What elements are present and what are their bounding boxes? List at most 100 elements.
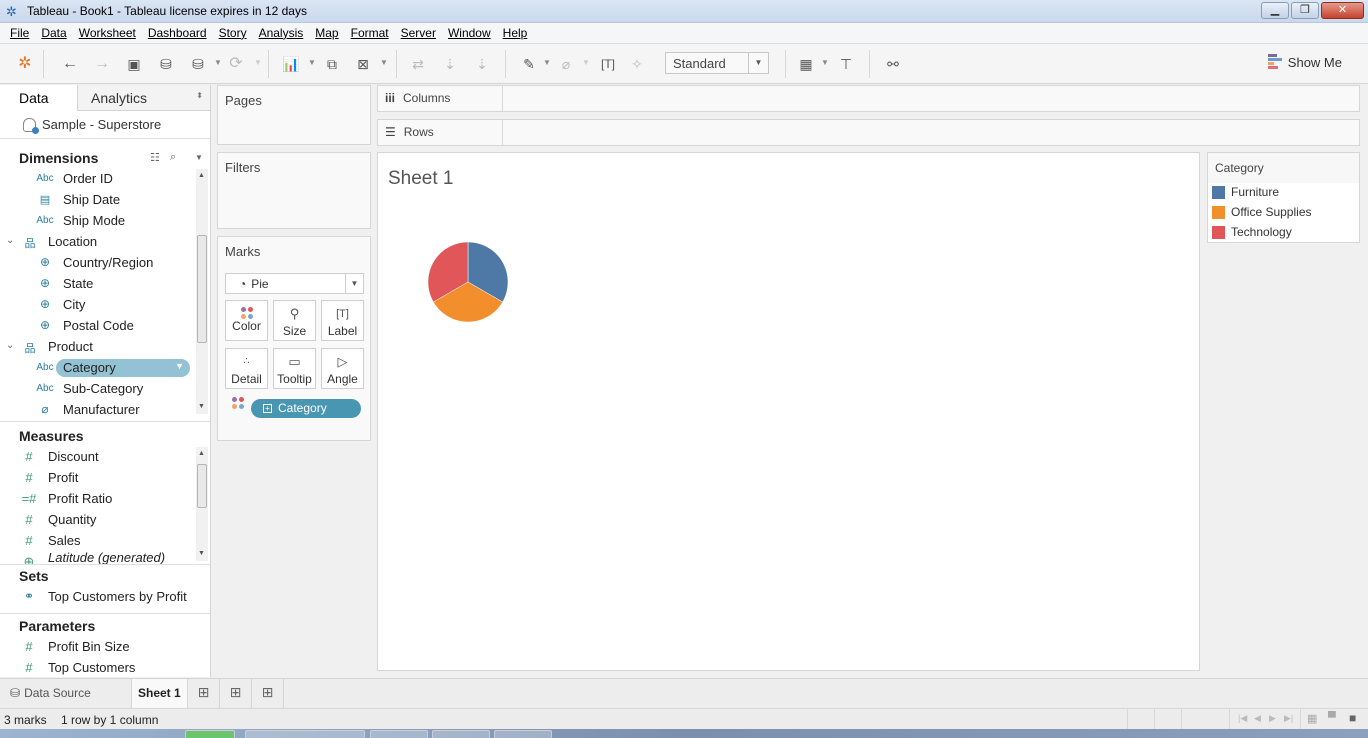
taskbar-item[interactable] [245,730,365,738]
field-order-id[interactable]: Abc Order ID [0,169,210,190]
caret-down-icon[interactable]: ▼ [821,58,829,67]
pie-chart[interactable] [423,237,513,327]
param-top-customers[interactable]: # Top Customers [0,658,210,679]
tab-sheet-1[interactable]: Sheet 1 [131,679,188,708]
scroll-up-icon[interactable]: ▲ [198,172,205,179]
field-country-region[interactable]: ⊕ Country/Region [0,253,210,274]
show-mark-labels-icon[interactable]: [T] [598,54,618,74]
previous-sheet-icon[interactable]: ◀ [1254,713,1261,724]
tableau-logo-icon[interactable]: ✲ [15,54,35,74]
restore-button[interactable]: ❐ [1291,2,1319,19]
tab-analytics[interactable]: Analytics ⬍ [78,85,210,111]
cards-view-icon[interactable]: ▦ [796,54,816,74]
taskbar-item[interactable] [494,730,552,738]
legend-item-furniture[interactable]: Furniture [1208,183,1359,203]
field-profit[interactable]: # Profit [0,468,210,489]
dimensions-scrollbar[interactable]: ▲ ▼ [196,169,208,414]
search-icon[interactable]: ⌕ [170,151,176,164]
caret-down-icon[interactable]: ▼ [582,58,590,67]
tab-data[interactable]: Data [0,85,78,111]
show-tabs-icon[interactable]: ■ [1349,711,1356,725]
columns-shelf[interactable]: iii Columns [377,85,1360,112]
menu-format[interactable]: Format [345,23,395,43]
clear-sheet-icon[interactable]: ⊠ [353,54,373,74]
share-icon[interactable]: ⚯ [883,54,903,74]
last-sheet-icon[interactable]: ▶| [1284,713,1293,724]
new-worksheet-icon[interactable]: 📊 [281,54,301,74]
taskbar-item[interactable] [370,730,428,738]
redo-icon[interactable]: → [92,54,112,74]
tab-data-source[interactable]: ⛁ Data Source [0,679,131,708]
caret-down-icon[interactable]: ▼ [308,58,316,67]
chevron-down-icon[interactable]: ▼ [345,274,363,293]
taskbar-item[interactable] [185,730,235,738]
highlight-icon[interactable]: ✎ [519,54,539,74]
pages-card[interactable]: Pages [217,85,371,145]
legend-item-technology[interactable]: Technology [1208,223,1359,243]
menu-analysis[interactable]: Analysis [253,23,310,43]
sort-arrows-icon[interactable]: ⬍ [196,91,203,100]
caret-down-icon[interactable]: ▼ [214,58,222,67]
menu-data[interactable]: Data [35,23,72,43]
fix-axes-pin-icon[interactable]: ✧ [627,54,647,74]
param-profit-bin-size[interactable]: # Profit Bin Size [0,637,210,658]
field-profit-ratio[interactable]: =# Profit Ratio [0,489,210,510]
menu-dashboard[interactable]: Dashboard [142,23,213,43]
field-city[interactable]: ⊕ City [0,295,210,316]
size-button[interactable]: ⚲ Size [273,300,316,341]
expand-caret-icon[interactable]: ⌄ [6,235,14,246]
hierarchy-product[interactable]: ⌄ 品 Product [0,337,210,358]
legend-item-office-supplies[interactable]: Office Supplies [1208,203,1359,223]
set-top-customers-by-profit[interactable]: ⚭ Top Customers by Profit [0,587,210,613]
field-manufacturer[interactable]: ⌀ Manufacturer [0,400,210,421]
duplicate-sheet-icon[interactable]: ⧉ [322,54,342,74]
new-data-source-icon[interactable]: ⛁ [156,54,176,74]
field-category[interactable]: ▼ Abc Category [0,358,210,379]
menu-story[interactable]: Story [213,23,253,43]
label-button[interactable]: [T] Label [321,300,364,341]
field-latitude-generated[interactable]: ⊕ Latitude (generated) [0,550,210,564]
caret-down-icon[interactable]: ▼ [543,58,551,67]
scrollbar-thumb[interactable] [197,464,207,508]
menu-window[interactable]: Window [442,23,497,43]
expand-caret-icon[interactable]: ⌄ [6,340,14,351]
chevron-down-icon[interactable]: ▼ [195,153,203,162]
detail-button[interactable]: ∴ Detail [225,348,268,389]
mark-type-select[interactable]: ◔ Pie ▼ [225,273,364,294]
menu-help[interactable]: Help [497,23,534,43]
sort-descending-icon[interactable]: ⇣ [472,54,492,74]
menu-map[interactable]: Map [309,23,344,43]
taskbar-item[interactable] [432,730,490,738]
fit-select[interactable]: Standard ▼ [665,52,769,74]
pause-auto-updates-icon[interactable]: ⛁ [188,54,208,74]
caret-down-icon[interactable]: ▼ [380,58,388,67]
hierarchy-location[interactable]: ⌄ 品 Location [0,232,210,253]
field-sub-category[interactable]: Abc Sub-Category [0,379,210,400]
new-dashboard-icon[interactable]: ⊞ [220,679,252,708]
scrollbar-thumb[interactable] [197,235,207,343]
menu-server[interactable]: Server [395,23,442,43]
caret-down-icon[interactable]: ▼ [254,58,262,67]
presentation-mode-icon[interactable]: ⊤ [836,54,856,74]
next-sheet-icon[interactable]: ▶ [1269,713,1276,724]
close-button[interactable]: ✕ [1321,2,1364,19]
field-discount[interactable]: # Discount [0,447,210,468]
new-worksheet-icon[interactable]: ⊞ [188,679,220,708]
scroll-down-icon[interactable]: ▼ [198,550,205,557]
refresh-icon[interactable]: ⟳ [226,54,246,74]
visualization-canvas[interactable]: Sheet 1 [377,152,1200,671]
show-me-button[interactable]: Show Me [1267,54,1342,70]
chevron-down-icon[interactable]: ▼ [175,361,184,371]
show-sheet-sorter-icon[interactable]: ▦ [1307,712,1317,725]
show-filmstrip-icon[interactable]: ▀ [1328,712,1336,724]
data-source-item[interactable]: Sample - Superstore [0,111,210,139]
angle-button[interactable]: ▷ Angle [321,348,364,389]
menu-file[interactable]: File [4,23,35,43]
field-state[interactable]: ⊕ State [0,274,210,295]
field-sales[interactable]: # Sales [0,531,210,552]
undo-icon[interactable]: ← [60,54,80,74]
filters-card[interactable]: Filters [217,152,371,229]
menu-worksheet[interactable]: Worksheet [73,23,142,43]
color-button[interactable]: Color [225,300,268,341]
sort-ascending-icon[interactable]: ⇣ [440,54,460,74]
